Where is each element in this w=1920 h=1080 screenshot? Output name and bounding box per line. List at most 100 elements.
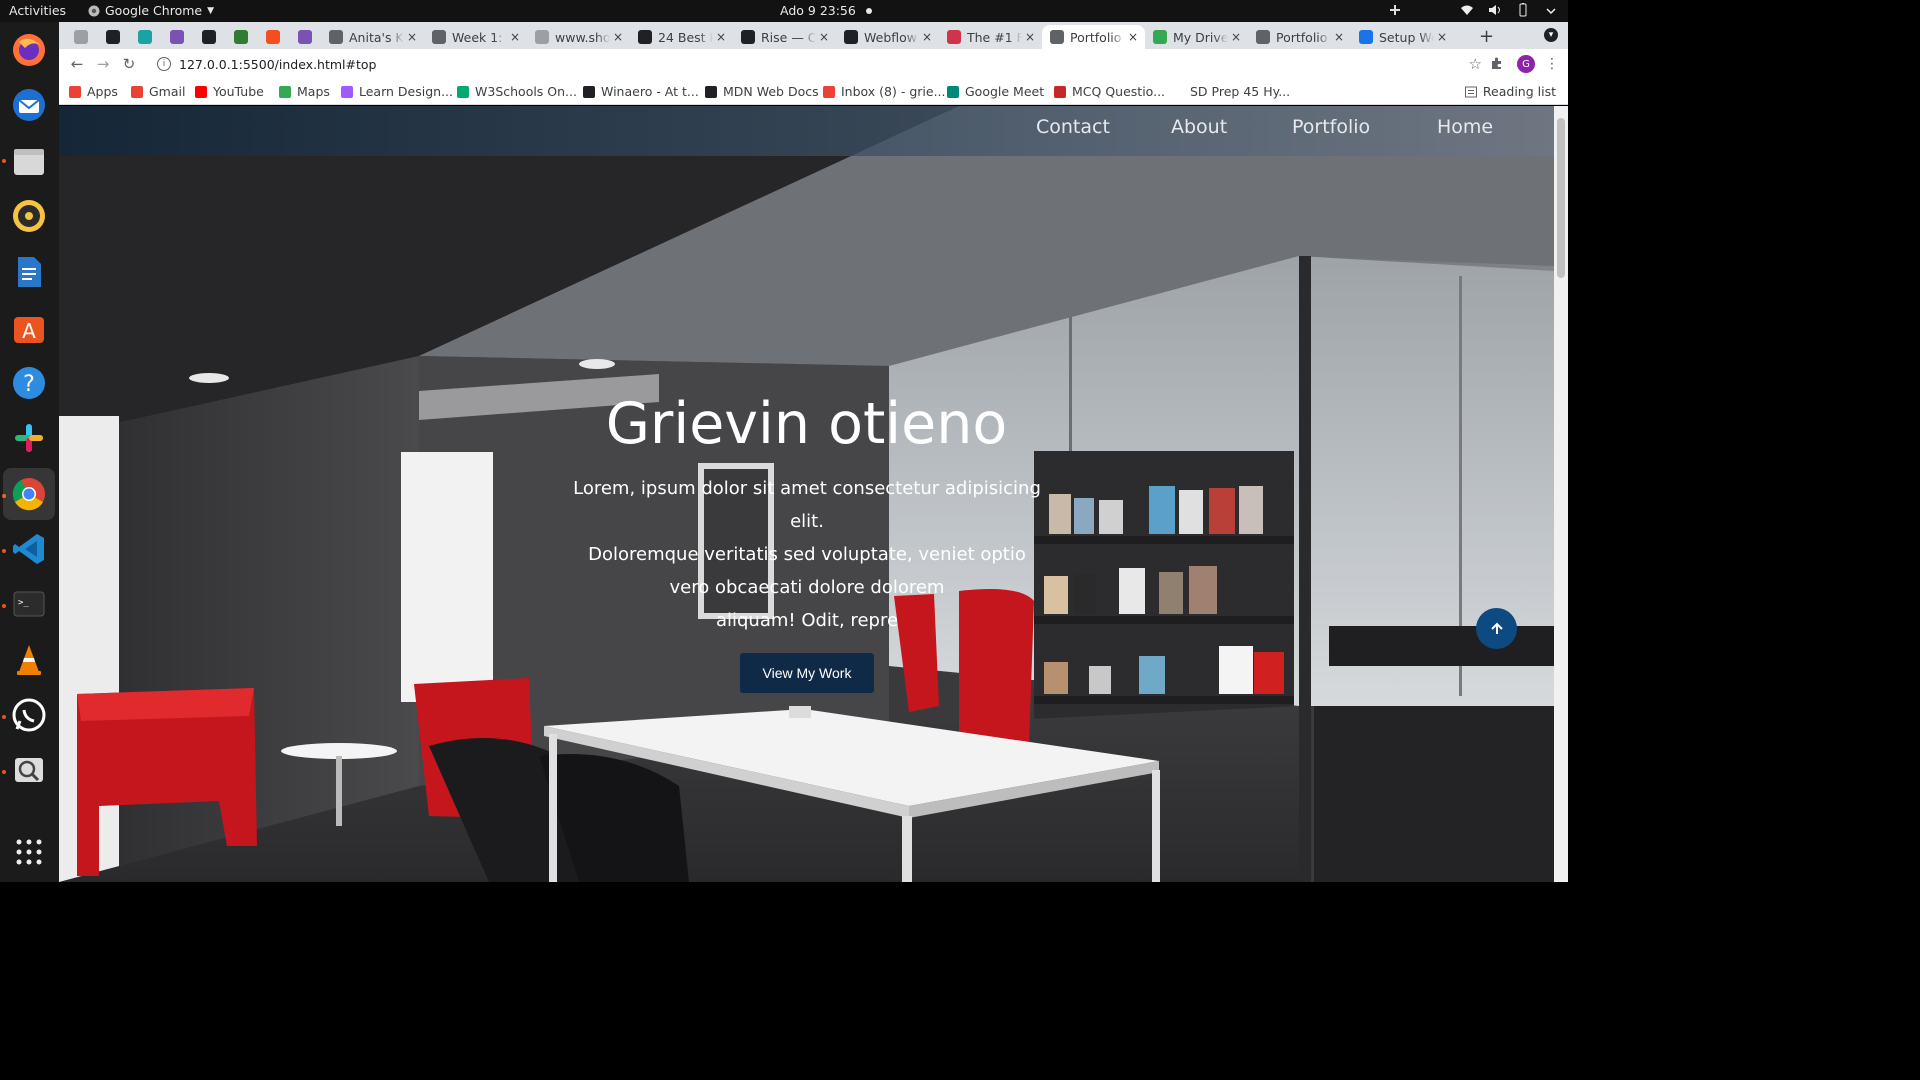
bookmark-item[interactable]: MDN Web Docs bbox=[705, 84, 819, 99]
bookmark-star-icon[interactable]: ☆ bbox=[1469, 55, 1482, 73]
browser-tab[interactable]: www.sho × bbox=[527, 25, 630, 49]
view-my-work-button[interactable]: View My Work bbox=[740, 653, 874, 693]
browser-tab[interactable] bbox=[65, 25, 97, 49]
vlc-icon[interactable] bbox=[9, 640, 49, 680]
nav-home-link[interactable]: Home bbox=[1437, 116, 1493, 138]
browser-tab[interactable]: Rise — Cr × bbox=[733, 25, 836, 49]
browser-tab[interactable] bbox=[257, 25, 289, 49]
hero-title: Grievin otieno bbox=[605, 391, 1008, 457]
browser-tab[interactable] bbox=[193, 25, 225, 49]
browser-tab[interactable]: Webflow × bbox=[836, 25, 939, 49]
software-center-icon[interactable]: A bbox=[9, 307, 49, 347]
close-tab-icon[interactable]: × bbox=[507, 30, 523, 44]
close-tab-icon[interactable]: × bbox=[1022, 30, 1038, 44]
close-tab-icon[interactable]: × bbox=[404, 30, 420, 44]
close-tab-icon[interactable]: × bbox=[1331, 30, 1347, 44]
thunderbird-icon[interactable] bbox=[9, 85, 49, 125]
bookmark-label: W3Schools On... bbox=[475, 84, 577, 99]
clock[interactable]: Ado 9 23:56 bbox=[780, 3, 872, 18]
browser-tab[interactable] bbox=[129, 25, 161, 49]
bookmark-label: Winaero - At t... bbox=[601, 84, 699, 99]
browser-tab[interactable]: Week 1: I × bbox=[424, 25, 527, 49]
bookmark-favicon-icon bbox=[583, 85, 595, 98]
back-button[interactable]: ← bbox=[67, 54, 87, 74]
battery-icon[interactable] bbox=[1516, 3, 1530, 17]
close-tab-icon[interactable]: × bbox=[1434, 30, 1450, 44]
b-logo-icon bbox=[170, 30, 184, 44]
activities-button[interactable]: Activities bbox=[9, 3, 66, 18]
running-indicator bbox=[2, 715, 6, 719]
magnifier-icon[interactable] bbox=[9, 750, 49, 790]
nav-contact-link[interactable]: Contact bbox=[1036, 116, 1110, 138]
browser-tab[interactable]: The #1 Fr × bbox=[939, 25, 1042, 49]
close-tab-icon[interactable]: × bbox=[1125, 30, 1141, 44]
power-menu-icon[interactable] bbox=[1544, 3, 1558, 17]
close-tab-icon[interactable]: × bbox=[610, 30, 626, 44]
forward-button[interactable]: → bbox=[93, 54, 113, 74]
nav-about-link[interactable]: About bbox=[1171, 116, 1227, 138]
browser-tab[interactable]: Portfolio × bbox=[1042, 25, 1145, 49]
bookmark-item[interactable]: Winaero - At t... bbox=[583, 84, 699, 99]
rhythmbox-icon[interactable] bbox=[9, 196, 49, 236]
wifi-icon[interactable] bbox=[1460, 3, 1474, 17]
show-applications-icon[interactable] bbox=[9, 832, 49, 872]
slack-tray-icon[interactable] bbox=[1388, 3, 1402, 17]
hero-section: Contact About Portfolio Home Grievin oti… bbox=[59, 106, 1554, 882]
volume-icon[interactable] bbox=[1488, 3, 1502, 17]
new-tab-button[interactable]: + bbox=[1479, 26, 1494, 47]
profile-avatar[interactable]: G bbox=[1517, 55, 1535, 73]
bookmark-item[interactable]: Apps bbox=[69, 84, 118, 99]
browser-tab[interactable] bbox=[225, 25, 257, 49]
close-tab-icon[interactable]: × bbox=[713, 30, 729, 44]
libreoffice-writer-icon[interactable] bbox=[9, 252, 49, 292]
bookmark-item[interactable]: SD Prep 45 Hy... bbox=[1172, 84, 1290, 99]
browser-tab[interactable] bbox=[161, 25, 193, 49]
running-indicator bbox=[2, 159, 6, 163]
system-tray[interactable] bbox=[1388, 3, 1558, 17]
slack-icon[interactable] bbox=[9, 418, 49, 458]
close-tab-icon[interactable]: × bbox=[1228, 30, 1244, 44]
browser-tab[interactable]: Portfolio × bbox=[1248, 25, 1351, 49]
bookmark-favicon-icon bbox=[195, 85, 207, 98]
firefox-icon[interactable] bbox=[9, 30, 49, 70]
site-info-icon[interactable]: i bbox=[157, 57, 171, 71]
app-menu[interactable]: Google Chrome ▼ bbox=[88, 3, 214, 18]
vscode-icon[interactable] bbox=[9, 529, 49, 569]
page-scrollbar[interactable] bbox=[1554, 106, 1568, 882]
scroll-to-top-button[interactable] bbox=[1476, 608, 1517, 649]
close-tab-icon[interactable]: × bbox=[816, 30, 832, 44]
reading-list-button[interactable]: Reading list bbox=[1464, 84, 1556, 99]
nav-portfolio-link[interactable]: Portfolio bbox=[1292, 116, 1370, 138]
bookmark-item[interactable]: Google Meet bbox=[947, 84, 1044, 99]
bookmark-item[interactable]: Learn Design... bbox=[341, 84, 453, 99]
bookmark-item[interactable]: W3Schools On... bbox=[457, 84, 577, 99]
reload-button[interactable]: ↻ bbox=[119, 54, 139, 74]
whatsapp-icon[interactable] bbox=[9, 695, 49, 735]
help-icon[interactable]: ? bbox=[9, 363, 49, 403]
browser-tab[interactable] bbox=[97, 25, 129, 49]
close-tab-icon[interactable]: × bbox=[919, 30, 935, 44]
browser-tab[interactable]: My Drive × bbox=[1145, 25, 1248, 49]
scrollbar-thumb[interactable] bbox=[1557, 118, 1565, 278]
chrome-icon[interactable] bbox=[3, 468, 55, 520]
bookmark-item[interactable]: Gmail bbox=[131, 84, 185, 99]
terminal-icon[interactable]: >_ bbox=[9, 584, 49, 624]
bookmark-item[interactable]: Inbox (8) - grie... bbox=[823, 84, 946, 99]
bookmark-item[interactable]: YouTube bbox=[195, 84, 264, 99]
drive-icon bbox=[1153, 30, 1167, 44]
files-icon[interactable] bbox=[9, 141, 49, 181]
bookmark-favicon-icon bbox=[1172, 85, 1184, 98]
tab-search-icon[interactable]: ▾ bbox=[1544, 28, 1558, 42]
bookmark-item[interactable]: MCQ Questio... bbox=[1054, 84, 1165, 99]
extensions-icon[interactable] bbox=[1490, 56, 1504, 74]
browser-tab[interactable]: Anita's K × bbox=[321, 25, 424, 49]
menu-kebab-icon[interactable]: ⋮ bbox=[1545, 56, 1559, 72]
address-bar[interactable]: i 127.0.0.1:5500/index.html#top ☆ bbox=[147, 52, 1492, 76]
bookmark-label: Maps bbox=[297, 84, 330, 99]
clock-text: Ado 9 23:56 bbox=[780, 3, 856, 18]
bookmark-item[interactable]: Maps bbox=[279, 84, 330, 99]
browser-tab[interactable]: 24 Best P × bbox=[630, 25, 733, 49]
globe-icon bbox=[1256, 30, 1270, 44]
browser-tab[interactable] bbox=[289, 25, 321, 49]
browser-tab[interactable]: Setup We × bbox=[1351, 25, 1454, 49]
